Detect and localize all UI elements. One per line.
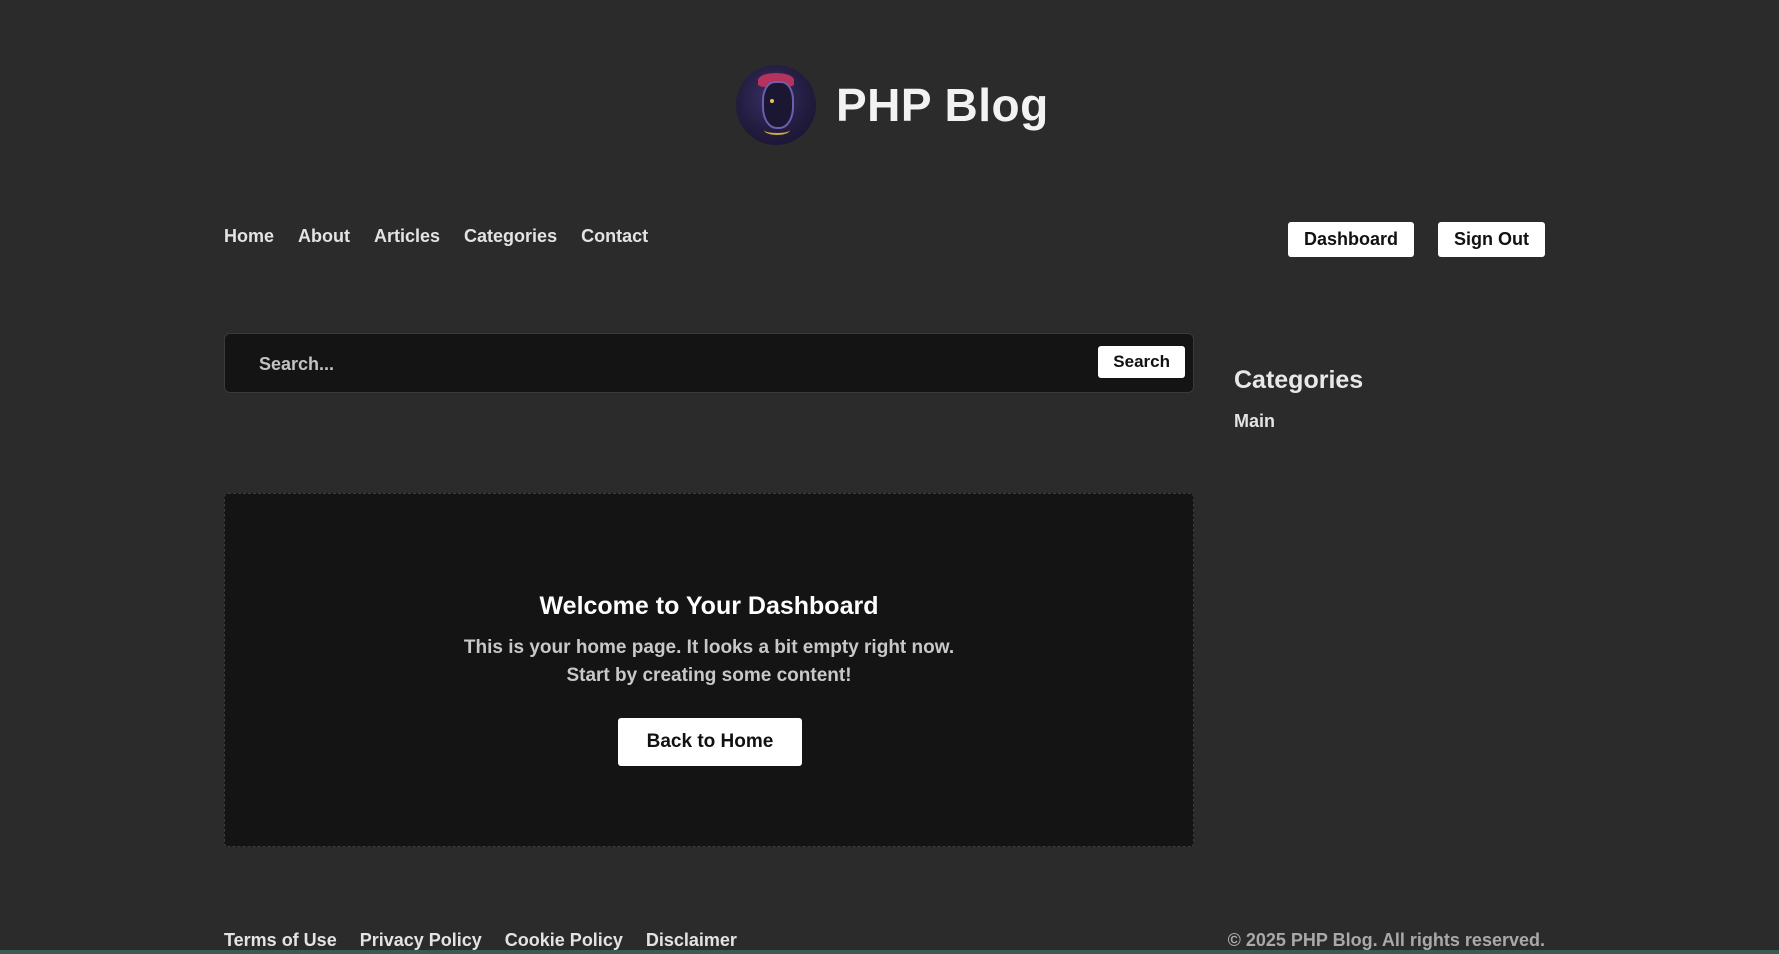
footer-link-cookie[interactable]: Cookie Policy bbox=[505, 930, 623, 951]
footer-link-disclaimer[interactable]: Disclaimer bbox=[646, 930, 737, 951]
search-button[interactable]: Search bbox=[1098, 346, 1185, 378]
nav-item-about[interactable]: About bbox=[298, 226, 350, 247]
welcome-card: Welcome to Your Dashboard This is your h… bbox=[224, 493, 1194, 847]
nav-actions: Dashboard Sign Out bbox=[1288, 222, 1546, 257]
sidebar-heading: Categories bbox=[1234, 366, 1364, 394]
welcome-title: Welcome to Your Dashboard bbox=[539, 592, 879, 620]
search-input[interactable] bbox=[257, 348, 1061, 380]
avatar-logo-icon bbox=[736, 65, 816, 145]
copyright-text: © 2025 PHP Blog. All rights reserved. bbox=[1227, 930, 1545, 950]
footer-link-privacy[interactable]: Privacy Policy bbox=[360, 930, 482, 951]
nav-item-categories[interactable]: Categories bbox=[464, 226, 557, 247]
site-brand[interactable]: PHP Blog bbox=[736, 64, 1049, 146]
bottom-divider bbox=[0, 950, 1779, 954]
nav-item-contact[interactable]: Contact bbox=[581, 226, 648, 247]
category-link-main[interactable]: Main bbox=[1234, 411, 1544, 432]
site-title: PHP Blog bbox=[836, 79, 1049, 131]
footer-link-terms[interactable]: Terms of Use bbox=[224, 930, 337, 951]
sign-out-button[interactable]: Sign Out bbox=[1438, 222, 1546, 257]
page: PHP Blog Home About Articles Categories … bbox=[0, 0, 1779, 954]
welcome-line-1: This is your home page. It looks a bit e… bbox=[463, 637, 955, 658]
welcome-description: This is your home page. It looks a bit e… bbox=[225, 634, 1193, 690]
welcome-line-2: Start by creating some content! bbox=[566, 665, 852, 686]
nav-item-home[interactable]: Home bbox=[224, 226, 274, 247]
dashboard-button[interactable]: Dashboard bbox=[1288, 222, 1415, 257]
back-to-home-button[interactable]: Back to Home bbox=[618, 718, 802, 766]
search-bar: Search bbox=[224, 333, 1194, 393]
main-nav: Home About Articles Categories Contact bbox=[224, 226, 648, 247]
sidebar: Categories Main bbox=[1234, 366, 1544, 432]
footer-links: Terms of Use Privacy Policy Cookie Polic… bbox=[224, 930, 737, 951]
nav-item-articles[interactable]: Articles bbox=[374, 226, 440, 247]
